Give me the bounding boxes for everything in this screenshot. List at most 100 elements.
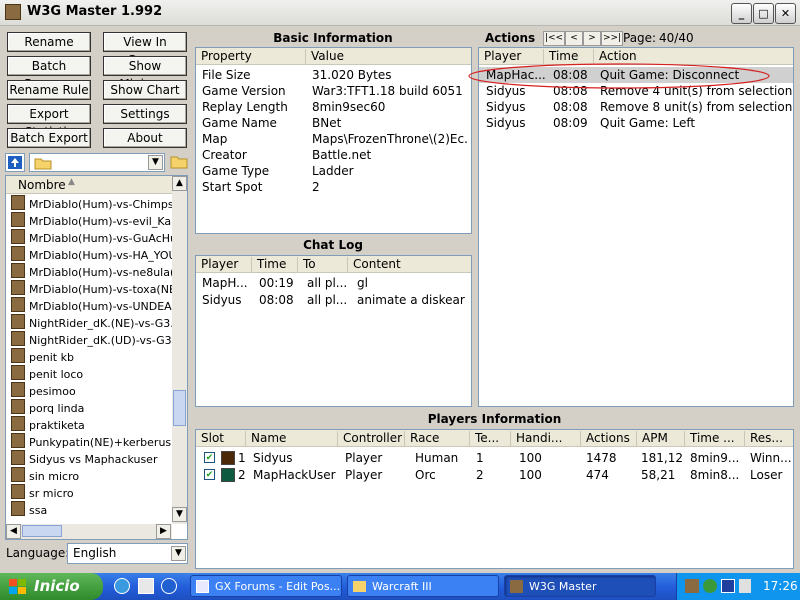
scroll-thumb[interactable] [173, 390, 186, 426]
action-row[interactable]: Sidyus 08:08 Remove 8 unit(s) from selecti… [479, 99, 793, 115]
file-list-item[interactable]: MrDiablo(Hum)-vs-ne8ula(Ran [7, 263, 172, 280]
start-button[interactable]: Inicio [0, 573, 103, 600]
media-player-icon[interactable] [161, 578, 177, 594]
task-gx-forums[interactable]: GX Forums - Edit Pos... [190, 575, 342, 597]
tray-volume-icon[interactable] [739, 579, 751, 593]
prev-page-button[interactable]: < [565, 31, 583, 46]
task-warcraft-folder[interactable]: Warcraft III [347, 575, 499, 597]
rename-button[interactable]: Rename [7, 32, 91, 52]
basic-info-row[interactable]: File Size 31.020 Bytes [196, 67, 471, 83]
file-list-hscrollbar[interactable]: ◀ ▶ [6, 524, 172, 539]
chat-row[interactable]: Sidyus 08:08 all pl... animate a diskear [196, 292, 471, 308]
close-button[interactable]: ✕ [775, 3, 796, 24]
file-list-vscrollbar[interactable]: ▲ ▼ [172, 176, 187, 524]
chat-to-column-header[interactable]: To [298, 257, 348, 272]
view-in-game-button[interactable]: View In Game [103, 32, 187, 67]
file-list-item[interactable]: penit loco [7, 365, 172, 382]
file-list-header[interactable]: Nombre ▲ [6, 176, 172, 194]
file-list-item[interactable]: pesimoo [7, 382, 172, 399]
player-checkbox[interactable]: ✔ [204, 452, 215, 463]
time-column-header[interactable]: Time ... [685, 431, 745, 446]
controller-column-header[interactable]: Controller [338, 431, 405, 446]
settings-button[interactable]: Settings [103, 104, 187, 124]
chevron-down-icon[interactable]: ▼ [148, 155, 163, 170]
about-button[interactable]: About [103, 128, 187, 148]
show-chart-button[interactable]: Show Chart [103, 80, 187, 100]
task-w3g-master[interactable]: W3G Master [504, 575, 656, 597]
race-column-header[interactable]: Race [405, 431, 470, 446]
file-list-item[interactable]: NightRider_dK.(UD)-vs-G3.Ke [7, 331, 172, 348]
scroll-down-icon[interactable]: ▼ [172, 507, 187, 522]
actions-column-header[interactable]: Actions [581, 431, 637, 446]
show-desktop-icon[interactable] [138, 578, 154, 594]
open-folder-button[interactable] [170, 153, 190, 172]
player-checkbox[interactable]: ✔ [204, 469, 215, 480]
file-list-item[interactable]: NightRider_dK.(NE)-vs-G3.Ke [7, 314, 172, 331]
chat-time-column-header[interactable]: Time [252, 257, 298, 272]
tray-network-icon[interactable] [703, 579, 717, 593]
batch-rename-button[interactable]: Batch Rename [7, 56, 91, 91]
chat-content-column-header[interactable]: Content [348, 257, 471, 272]
batch-export-button[interactable]: Batch Export [7, 128, 91, 148]
hscroll-thumb[interactable] [22, 525, 62, 537]
handicap-column-header[interactable]: Handi... [511, 431, 581, 446]
result-column-header[interactable]: Res... [745, 431, 793, 446]
folder-select[interactable]: ▼ [29, 153, 165, 172]
clock[interactable]: 17:26 [763, 579, 798, 593]
chevron-down-icon[interactable]: ▼ [171, 546, 186, 561]
replay-file-icon [11, 297, 25, 312]
file-list-item[interactable]: sin micro [7, 467, 172, 484]
file-list[interactable]: Nombre ▲ MrDiablo(Hum)-vs-Chimpster(MrDi… [5, 175, 188, 540]
ie-icon[interactable] [114, 578, 130, 594]
tray-app-icon[interactable] [685, 579, 699, 593]
slot-column-header[interactable]: Slot [196, 431, 246, 446]
basic-info-row[interactable]: Game Type Ladder [196, 163, 471, 179]
player-row[interactable]: ✔ 2 MapHackUser Player Orc 2 100 474 58,21 8min8.… [196, 467, 793, 484]
language-select[interactable]: English ▼ [67, 543, 188, 564]
basic-info-row[interactable]: Start Spot 2 [196, 179, 471, 195]
apm-column-header[interactable]: APM [637, 431, 685, 446]
file-list-item[interactable]: praktiketa [7, 416, 172, 433]
team-column-header[interactable]: Te... [470, 431, 511, 446]
basic-info-row[interactable]: Replay Length 8min9sec60 [196, 99, 471, 115]
minimize-button[interactable]: _ [731, 3, 752, 24]
file-list-item[interactable]: MrDiablo(Hum)-vs-UNDEAD_B [7, 297, 172, 314]
basic-info-row[interactable]: Game Name BNet [196, 115, 471, 131]
tray-security-icon[interactable] [721, 579, 735, 593]
file-list-item[interactable]: Punkypatin(NE)+kerberus(NE [7, 433, 172, 450]
file-list-item[interactable]: Sidyus vs Maphackuser [7, 450, 172, 467]
file-list-item[interactable]: MrDiablo(Hum)-vs-Chimpster( [7, 195, 172, 212]
basic-info-row[interactable]: Creator Battle.net [196, 147, 471, 163]
player-row[interactable]: ✔ 1 Sidyus Player Human 1 100 1478 181,12 8min9..… [196, 450, 793, 467]
basic-info-row[interactable]: Game Version War3:TFT1.18 build 6051 [196, 83, 471, 99]
chat-player-column-header[interactable]: Player [196, 257, 252, 272]
scroll-left-icon[interactable]: ◀ [6, 524, 21, 539]
up-folder-button[interactable] [5, 153, 25, 172]
scroll-right-icon[interactable]: ▶ [156, 524, 171, 539]
file-list-item[interactable]: MrDiablo(Hum)-vs-evil_Karma [7, 212, 172, 229]
name-column-header[interactable]: Nombre [18, 178, 66, 192]
name-column-header[interactable]: Name [246, 431, 338, 446]
basic-info-row[interactable]: Map Maps\FrozenThrone\(2)Ec... [196, 131, 471, 147]
file-list-item[interactable]: MrDiablo(Hum)-vs-GuAcHuMa [7, 229, 172, 246]
show-minimap-button[interactable]: Show Minimap [103, 56, 187, 91]
scroll-up-icon[interactable]: ▲ [172, 176, 187, 191]
file-name: penit loco [29, 368, 84, 381]
maximize-button[interactable]: □ [753, 3, 774, 24]
next-page-button[interactable]: > [583, 31, 601, 46]
property-column-header[interactable]: Property [196, 49, 306, 64]
rename-rule-button[interactable]: Rename Rule [7, 80, 91, 100]
file-list-item[interactable]: ssa [7, 501, 172, 518]
file-list-item[interactable]: porq linda [7, 399, 172, 416]
file-list-item[interactable]: sr micro [7, 484, 172, 501]
file-list-item[interactable]: MrDiablo(Hum)-vs-HA_YOU_L [7, 246, 172, 263]
handicap-cell: 100 [519, 451, 542, 465]
action-row[interactable]: Sidyus 08:09 Quit Game: Left [479, 115, 793, 131]
file-list-item[interactable]: MrDiablo(Hum)-vs-toxa(NE) [7, 280, 172, 297]
value-column-header[interactable]: Value [306, 49, 471, 64]
file-list-item[interactable]: penit kb [7, 348, 172, 365]
chat-row[interactable]: MapH... 00:19 all pl... gl [196, 275, 471, 291]
last-page-button[interactable]: >>| [601, 31, 623, 46]
export-statistic-button[interactable]: Export Statistic [7, 104, 91, 139]
first-page-button[interactable]: |<< [543, 31, 565, 46]
